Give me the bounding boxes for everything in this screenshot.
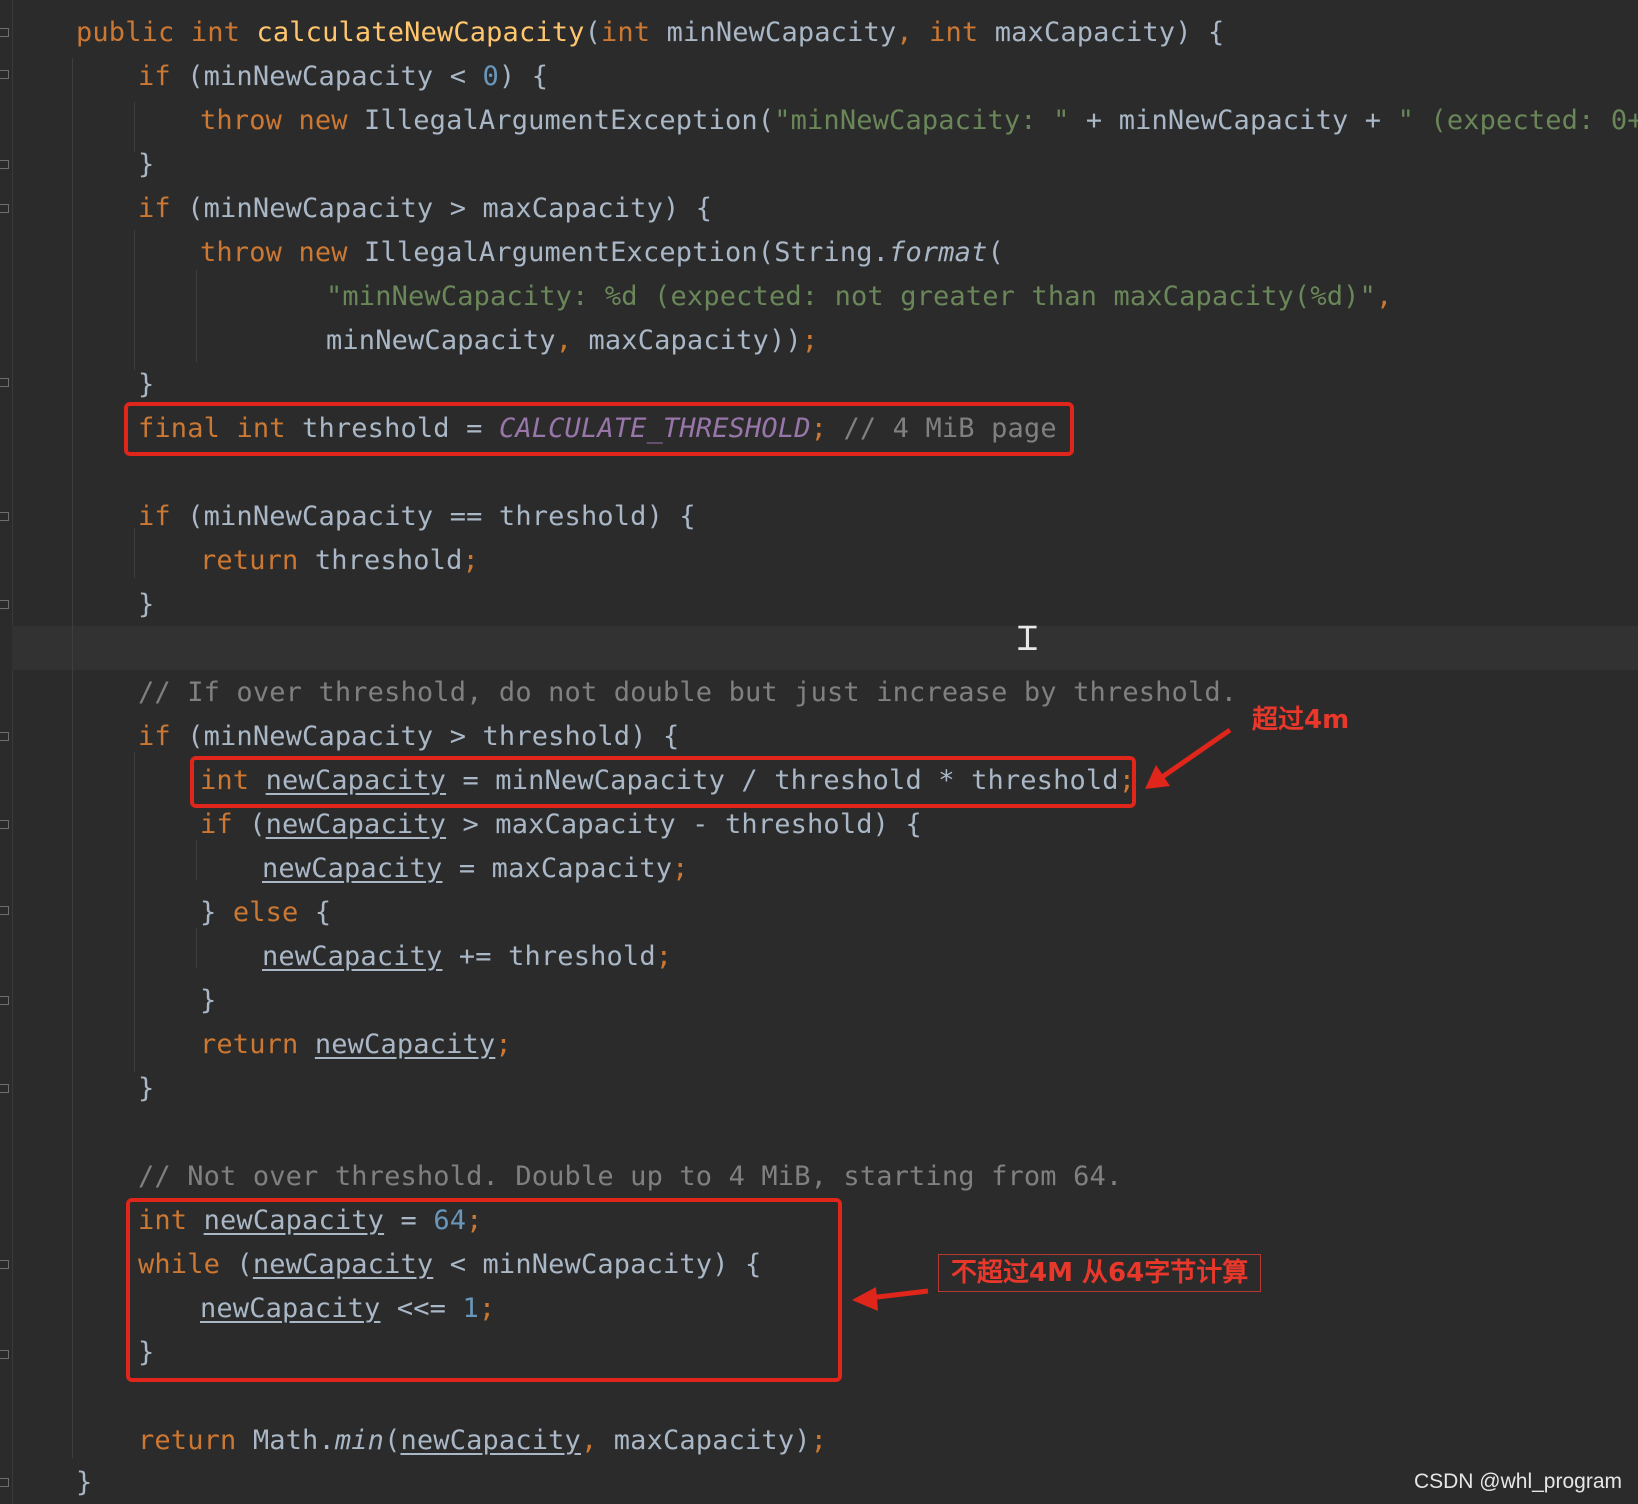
code-editor[interactable]: public int calculateNewCapacity(int minN… (0, 0, 1638, 1504)
annotation-arrows (852, 727, 1232, 1311)
watermark: CSDN @whl_program (1413, 1470, 1622, 1493)
over-4m-annotation: 超过4m (1252, 705, 1350, 735)
not-over-4m-annotation: 不超过4M 从64字节计算 (938, 1254, 1262, 1292)
text-cursor-icon: Ɪ (1018, 619, 1037, 659)
arrow-icon (1145, 727, 1232, 789)
arrow-icon (852, 1287, 929, 1311)
